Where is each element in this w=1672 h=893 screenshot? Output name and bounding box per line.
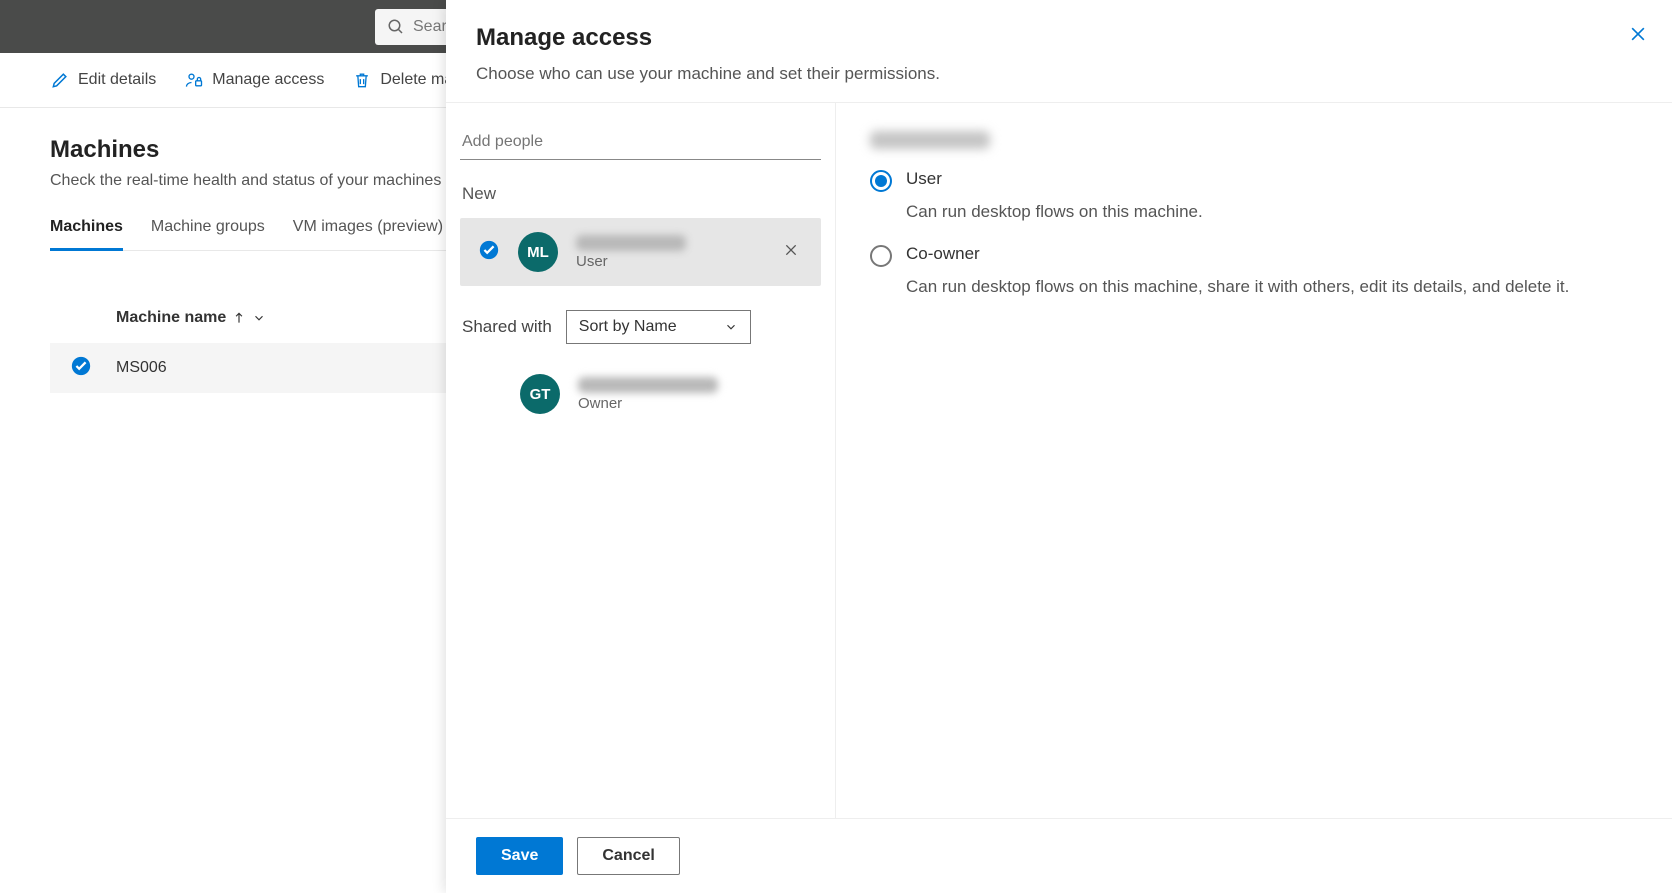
manage-access-button[interactable]: Manage access xyxy=(184,70,324,90)
person-info: Owner xyxy=(578,377,803,412)
manage-access-label: Manage access xyxy=(212,71,324,89)
close-icon xyxy=(783,242,799,258)
add-people-input[interactable] xyxy=(460,127,821,160)
avatar: GT xyxy=(520,374,560,414)
person-name-blurred xyxy=(576,235,686,251)
permission-user-desc: Can run desktop flows on this machine. xyxy=(906,200,1638,224)
chevron-down-icon xyxy=(252,311,266,325)
people-lock-icon xyxy=(184,70,204,90)
search-icon xyxy=(387,18,405,36)
save-button[interactable]: Save xyxy=(476,837,563,875)
person-name-blurred xyxy=(578,377,718,393)
edit-details-button[interactable]: Edit details xyxy=(50,70,156,90)
shared-with-label: Shared with xyxy=(462,317,552,337)
remove-person-button[interactable] xyxy=(779,238,803,267)
column-machine-name[interactable]: Machine name xyxy=(70,309,266,327)
avatar: ML xyxy=(518,232,558,272)
panel-header: Manage access Choose who can use your ma… xyxy=(446,0,1672,103)
radio-label: Co-owner xyxy=(906,244,980,264)
person-row-new[interactable]: ML User xyxy=(460,218,821,286)
row-check-icon[interactable] xyxy=(478,239,500,266)
panel-footer: Save Cancel xyxy=(446,818,1672,893)
sort-select-value: Sort by Name xyxy=(579,318,677,336)
section-new-label: New xyxy=(460,184,821,204)
people-column: New ML User Shared with Sort by Name xyxy=(446,103,836,818)
row-selected-icon[interactable] xyxy=(70,355,92,382)
tab-machine-groups[interactable]: Machine groups xyxy=(151,218,265,250)
permission-user-radio[interactable]: User xyxy=(870,169,1638,192)
tab-vm-images[interactable]: VM images (preview) xyxy=(293,218,443,250)
sort-select[interactable]: Sort by Name xyxy=(566,310,751,344)
edit-details-label: Edit details xyxy=(78,71,156,89)
selected-person-header-blurred xyxy=(870,131,990,149)
column-machine-name-label: Machine name xyxy=(116,309,226,327)
panel-title: Manage access xyxy=(476,24,1642,52)
person-info: User xyxy=(576,235,761,270)
panel-body: New ML User Shared with Sort by Name xyxy=(446,103,1672,818)
permission-coowner-radio[interactable]: Co-owner xyxy=(870,244,1638,267)
machine-name-cell: MS006 xyxy=(92,359,167,377)
sort-ascending-icon xyxy=(232,311,246,325)
close-button[interactable] xyxy=(1628,24,1648,49)
panel-subtitle: Choose who can use your machine and set … xyxy=(476,64,1642,84)
person-role: User xyxy=(576,253,761,270)
tab-machines[interactable]: Machines xyxy=(50,218,123,251)
permissions-column: User Can run desktop flows on this machi… xyxy=(836,103,1672,818)
shared-with-row: Shared with Sort by Name xyxy=(462,310,819,344)
radio-label: User xyxy=(906,169,942,189)
close-icon xyxy=(1628,24,1648,44)
radio-checked-icon xyxy=(870,170,892,192)
trash-icon xyxy=(352,70,372,90)
permission-coowner-desc: Can run desktop flows on this machine, s… xyxy=(906,275,1638,299)
cancel-button[interactable]: Cancel xyxy=(577,837,679,875)
manage-access-panel: Manage access Choose who can use your ma… xyxy=(446,0,1672,893)
radio-unchecked-icon xyxy=(870,245,892,267)
pencil-icon xyxy=(50,70,70,90)
person-row-shared[interactable]: GT Owner xyxy=(460,360,821,428)
person-role: Owner xyxy=(578,395,803,412)
chevron-down-icon xyxy=(724,320,738,334)
